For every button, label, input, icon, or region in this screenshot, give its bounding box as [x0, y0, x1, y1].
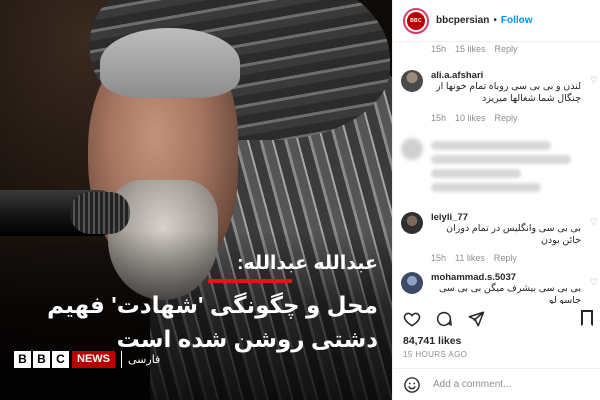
follow-button[interactable]: Follow	[501, 15, 533, 26]
hair-graphic	[100, 28, 240, 98]
comment-username[interactable]: leiyli_77	[431, 212, 581, 223]
bbc-news-label: NEWS	[72, 350, 115, 368]
bbc-persian-logo: B B C NEWS فارسی	[14, 349, 166, 369]
add-comment-input[interactable]	[433, 379, 583, 390]
comment-item: ali.a.afshari لندن و بی بی سی روباه تمام…	[401, 70, 600, 130]
comment-item: mohammad.s.5037 بی بی سی بیشرف میگن بی ب…	[401, 272, 600, 304]
post-actions	[393, 304, 600, 334]
bbc-logo-blocks: B B C	[14, 350, 69, 368]
comment-time: 15h	[431, 253, 447, 263]
comment-item: leiyli_77 بی بی سی وانگلیس در تمام دوران…	[401, 212, 600, 263]
comment-avatar[interactable]	[401, 272, 423, 294]
headline-speaker: عبدالله عبدالله:	[237, 253, 378, 274]
blurred-line	[431, 169, 521, 178]
comment-reply-button[interactable]: Reply	[495, 44, 518, 54]
comment-avatar[interactable]	[401, 70, 423, 92]
comment-username[interactable]: mohammad.s.5037	[431, 272, 581, 283]
header-separator: •	[493, 15, 497, 26]
bbc-language-label: فارسی	[121, 350, 166, 368]
bookmark-icon[interactable]	[581, 310, 593, 326]
comment-time: 15h	[431, 113, 447, 123]
profile-avatar[interactable]: BBC	[403, 7, 429, 34]
likes-count[interactable]: 84,741 likes	[403, 335, 461, 347]
heart-icon[interactable]	[403, 310, 421, 328]
avatar-logo: BBC	[407, 11, 425, 30]
blurred-avatar	[401, 138, 423, 160]
emoji-icon[interactable]	[403, 376, 421, 394]
comment-text: بی بی سی بیشرف میگن بی بی سی جاسو لو	[439, 283, 581, 304]
comment-like-icon[interactable]: ♡	[590, 76, 599, 85]
blurred-line	[431, 183, 541, 192]
comment-likes[interactable]: 11 likes	[455, 253, 485, 263]
comment-text: لندن و بی بی سی روباه تمام خونها از چنگا…	[436, 81, 581, 104]
comment-reply-button[interactable]: Reply	[494, 253, 517, 263]
comment-text: بی بی سی وانگلیس در تمام دوران خائن بودن	[446, 223, 581, 246]
share-icon[interactable]	[467, 310, 485, 328]
bbc-logo-letter: B	[14, 350, 31, 368]
blurred-comment	[401, 138, 600, 198]
comment-likes[interactable]: 10 likes	[455, 113, 486, 123]
comment-username[interactable]: ali.a.afshari	[431, 70, 581, 81]
headline-text: محل و چگونگی 'شهادت' فهیم دشتی روشن شده …	[47, 292, 378, 352]
comment-likes[interactable]: 15 likes	[455, 44, 486, 54]
comment-icon[interactable]	[435, 310, 453, 328]
microphone-head-graphic	[70, 192, 130, 234]
profile-username[interactable]: bbcpersian	[436, 15, 489, 26]
headline-accent-bar	[208, 279, 292, 283]
post-header: BBC bbcpersian • Follow	[393, 0, 600, 42]
bbc-logo-letter: C	[52, 350, 69, 368]
instagram-post-view: عبدالله عبدالله: محل و چگونگی 'شهادت' فه…	[0, 0, 600, 400]
post-sidebar: BBC bbcpersian • Follow 15h 15 likes Rep…	[392, 0, 600, 400]
add-comment-bar	[393, 368, 600, 400]
blurred-line	[431, 141, 551, 150]
comment-meta-row: 15h 15 likes Reply	[431, 44, 600, 54]
comment-reply-button[interactable]: Reply	[495, 113, 518, 123]
blurred-line	[431, 155, 571, 164]
post-image[interactable]: عبدالله عبدالله: محل و چگونگی 'شهادت' فه…	[0, 0, 392, 400]
post-time-ago[interactable]: 15 HOURS AGO	[403, 350, 467, 359]
comments-list[interactable]: 15h 15 likes Reply ali.a.afshari لندن و …	[393, 42, 600, 304]
comment-like-icon[interactable]: ♡	[590, 278, 599, 287]
comment-avatar[interactable]	[401, 212, 423, 234]
comment-time: 15h	[431, 44, 447, 54]
bbc-logo-letter: B	[33, 350, 50, 368]
comment-like-icon[interactable]: ♡	[590, 218, 599, 227]
